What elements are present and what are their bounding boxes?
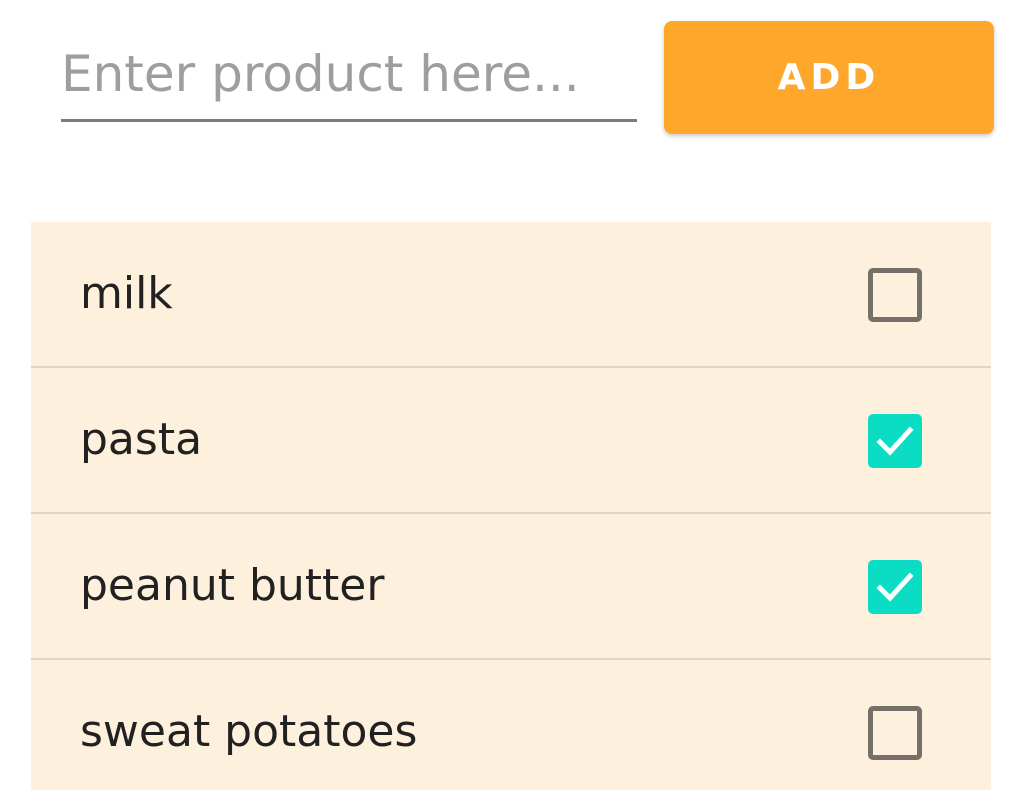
item-label: pasta [80, 414, 203, 465]
item-label: peanut butter [80, 560, 385, 611]
item-label: milk [80, 268, 173, 319]
add-button[interactable]: ADD [664, 21, 994, 134]
product-input[interactable] [61, 42, 637, 106]
item-label: sweat potatoes [80, 706, 418, 757]
product-input-field [61, 30, 637, 122]
item-checkbox[interactable] [868, 560, 922, 614]
item-checkbox[interactable] [868, 706, 922, 760]
list-item[interactable]: pasta [31, 368, 991, 514]
item-checkbox[interactable] [868, 268, 922, 322]
product-list: milk pasta peanut butter sweat potatoes [31, 222, 991, 790]
item-checkbox[interactable] [868, 414, 922, 468]
checkmark-icon [876, 572, 914, 602]
list-item[interactable]: milk [31, 222, 991, 368]
shopping-list-app: ADD milk pasta peanut butter sweat potat… [0, 0, 1027, 790]
checkmark-icon [876, 426, 914, 456]
list-item[interactable]: peanut butter [31, 514, 991, 660]
list-item[interactable]: sweat potatoes [31, 660, 991, 790]
